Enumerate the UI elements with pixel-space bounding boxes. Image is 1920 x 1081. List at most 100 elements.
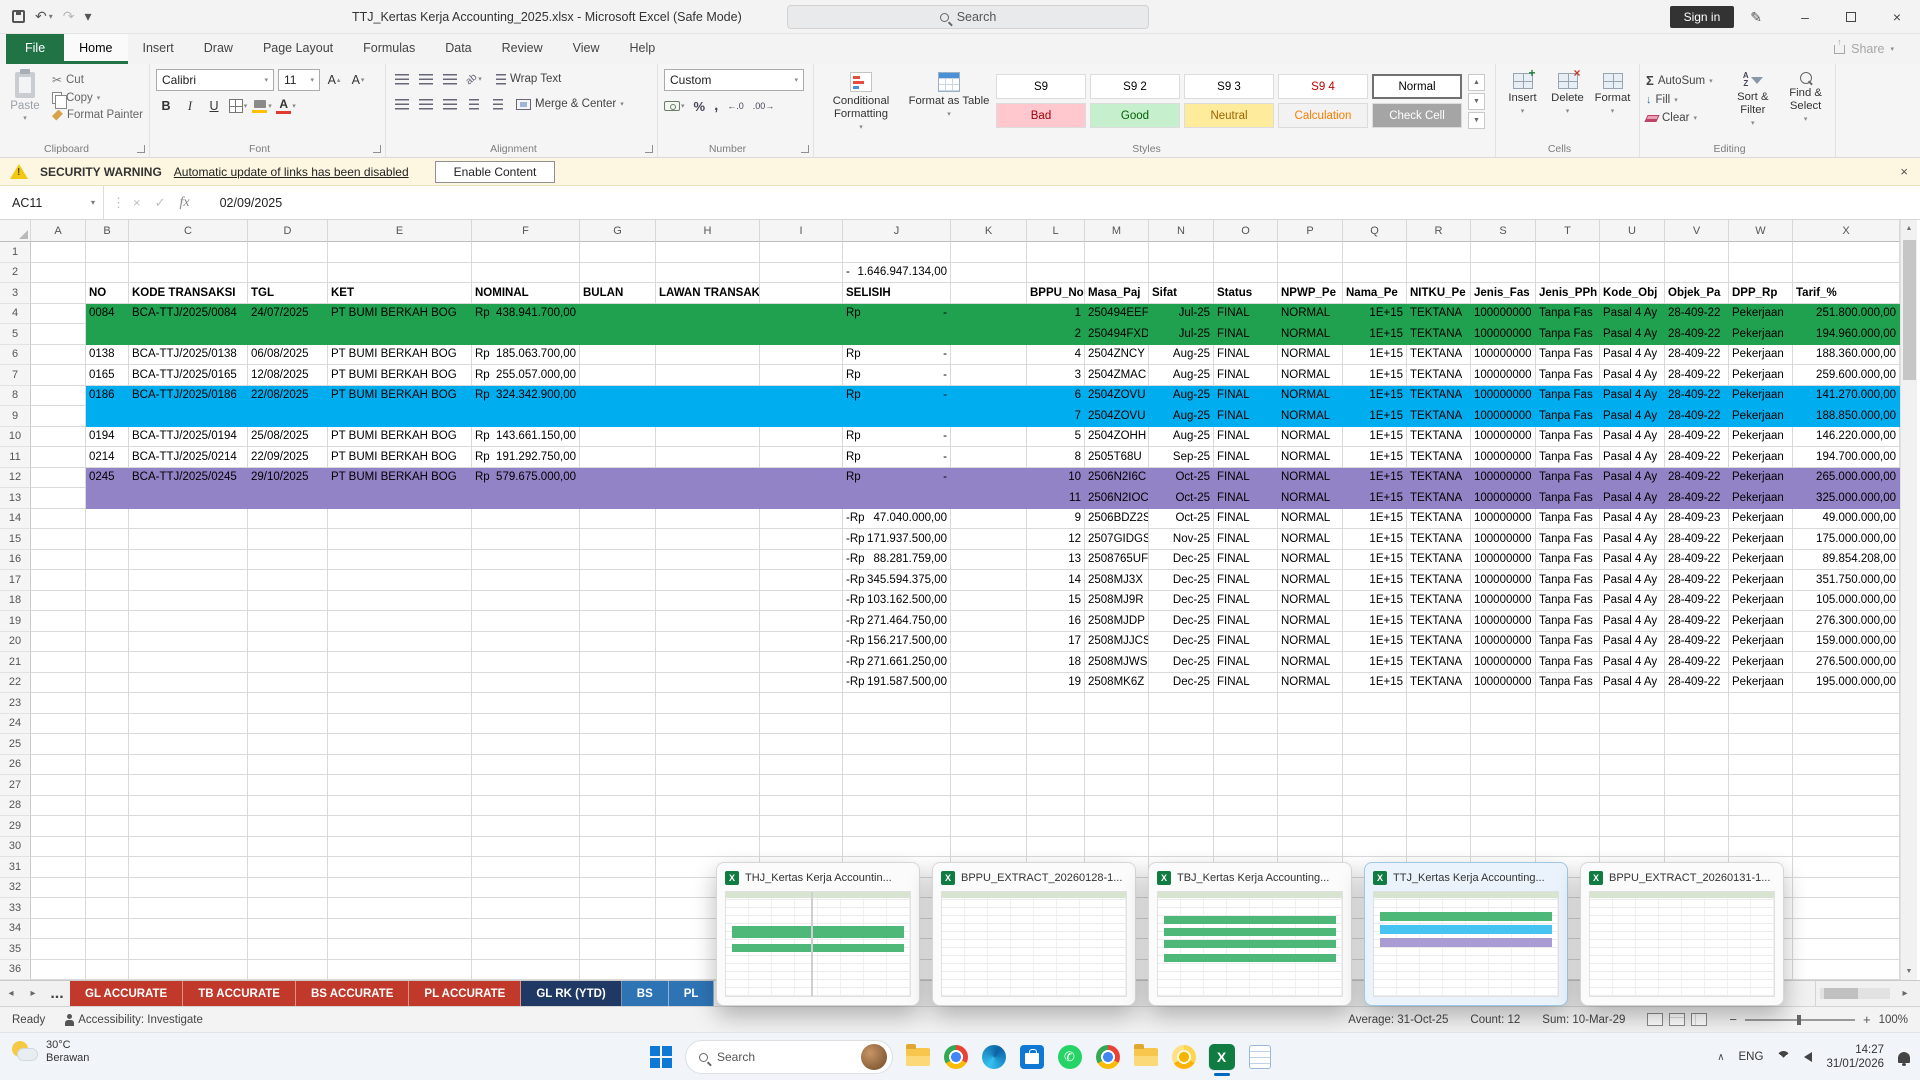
cell-E18[interactable] bbox=[328, 591, 472, 612]
cell-P25[interactable] bbox=[1278, 734, 1343, 755]
cell-C5[interactable] bbox=[129, 324, 248, 345]
row-header-18[interactable]: 18 bbox=[0, 591, 31, 612]
cell-W29[interactable] bbox=[1729, 816, 1793, 837]
cell-R4[interactable]: TEKTANA bbox=[1407, 304, 1471, 325]
cell-R17[interactable]: TEKTANA bbox=[1407, 570, 1471, 591]
cell-X20[interactable]: 159.000.000,00 bbox=[1793, 632, 1900, 653]
increase-font-button[interactable]: A▴ bbox=[324, 70, 344, 90]
cell-M16[interactable]: 2508765UF bbox=[1085, 550, 1149, 571]
col-header-H[interactable]: H bbox=[656, 220, 760, 242]
col-header-M[interactable]: M bbox=[1085, 220, 1149, 242]
col-header-X[interactable]: X bbox=[1793, 220, 1900, 242]
cell-I27[interactable] bbox=[760, 775, 843, 796]
edge-icon[interactable] bbox=[980, 1044, 1007, 1071]
cell-F29[interactable] bbox=[472, 816, 580, 837]
horizontal-scrollbar[interactable]: ▸ bbox=[1815, 981, 1920, 1006]
cell-X18[interactable]: 105.000.000,00 bbox=[1793, 591, 1900, 612]
cell-R30[interactable] bbox=[1407, 837, 1471, 858]
cell-C7[interactable]: BCA-TTJ/2025/0165 bbox=[129, 365, 248, 386]
cell-D5[interactable] bbox=[248, 324, 328, 345]
cell-H22[interactable] bbox=[656, 673, 760, 694]
horizontal-scroll-track[interactable] bbox=[1820, 988, 1890, 999]
cell-I17[interactable] bbox=[760, 570, 843, 591]
fill-color-button[interactable]: ▾ bbox=[252, 96, 272, 116]
cell-P17[interactable]: NORMAL bbox=[1278, 570, 1343, 591]
cell-R9[interactable]: TEKTANA bbox=[1407, 406, 1471, 427]
cell-X30[interactable] bbox=[1793, 837, 1900, 858]
cell-W26[interactable] bbox=[1729, 755, 1793, 776]
cell-Q28[interactable] bbox=[1343, 796, 1407, 817]
cell-L29[interactable] bbox=[1027, 816, 1085, 837]
cell-G6[interactable] bbox=[580, 345, 656, 366]
cell-S4[interactable]: 100000000 bbox=[1471, 304, 1536, 325]
decrease-decimal-button[interactable]: .00→ bbox=[753, 101, 775, 111]
cell-D31[interactable] bbox=[248, 857, 328, 878]
cell-B16[interactable] bbox=[86, 550, 129, 571]
cell-E15[interactable] bbox=[328, 529, 472, 550]
cell-J21[interactable]: -Rp271.661.250,00 bbox=[843, 652, 951, 673]
cell-D32[interactable] bbox=[248, 878, 328, 899]
decrease-indent-button[interactable] bbox=[464, 94, 484, 114]
cell-U2[interactable] bbox=[1600, 263, 1665, 284]
cell-W30[interactable] bbox=[1729, 837, 1793, 858]
cell-S15[interactable]: 100000000 bbox=[1471, 529, 1536, 550]
cell-A3[interactable] bbox=[31, 283, 86, 304]
cell-R14[interactable]: TEKTANA bbox=[1407, 509, 1471, 530]
taskbar-preview-1[interactable]: XTHJ_Kertas Kerja Accountin... bbox=[716, 862, 920, 1006]
cell-K9[interactable] bbox=[951, 406, 1027, 427]
cell-O22[interactable]: FINAL bbox=[1214, 673, 1278, 694]
cell-X4[interactable]: 251.800.000,00 bbox=[1793, 304, 1900, 325]
cell-J27[interactable] bbox=[843, 775, 951, 796]
cell-X25[interactable] bbox=[1793, 734, 1900, 755]
cell-I9[interactable] bbox=[760, 406, 843, 427]
sheet-tabs-overflow[interactable]: ... bbox=[44, 981, 70, 1006]
cell-K4[interactable] bbox=[951, 304, 1027, 325]
cell-E16[interactable] bbox=[328, 550, 472, 571]
cell-K19[interactable] bbox=[951, 611, 1027, 632]
cell-G31[interactable] bbox=[580, 857, 656, 878]
cell-H24[interactable] bbox=[656, 714, 760, 735]
ribbon-tab-file[interactable]: File bbox=[6, 34, 64, 64]
horizontal-scroll-thumb[interactable] bbox=[1824, 988, 1858, 999]
taskbar-preview-4[interactable]: XTTJ_Kertas Kerja Accounting... bbox=[1364, 862, 1568, 1006]
cell-C6[interactable]: BCA-TTJ/2025/0138 bbox=[129, 345, 248, 366]
cell-E28[interactable] bbox=[328, 796, 472, 817]
close-button[interactable]: × bbox=[1874, 0, 1920, 34]
cell-V9[interactable]: 28-409-22 bbox=[1665, 406, 1729, 427]
cell-W12[interactable]: Pekerjaan bbox=[1729, 468, 1793, 489]
cell-L11[interactable]: 8 bbox=[1027, 447, 1085, 468]
cell-T12[interactable]: Tanpa Fas bbox=[1536, 468, 1600, 489]
cell-Q14[interactable]: 1E+15 bbox=[1343, 509, 1407, 530]
cell-G19[interactable] bbox=[580, 611, 656, 632]
cell-R1[interactable] bbox=[1407, 242, 1471, 263]
cell-I16[interactable] bbox=[760, 550, 843, 571]
cell-A33[interactable] bbox=[31, 898, 86, 919]
cell-K24[interactable] bbox=[951, 714, 1027, 735]
cell-S3[interactable]: Jenis_Fas bbox=[1471, 283, 1536, 304]
cell-B2[interactable] bbox=[86, 263, 129, 284]
row-header-33[interactable]: 33 bbox=[0, 898, 31, 919]
cell-K10[interactable] bbox=[951, 427, 1027, 448]
cell-S16[interactable]: 100000000 bbox=[1471, 550, 1536, 571]
cell-U21[interactable]: Pasal 4 Ay bbox=[1600, 652, 1665, 673]
cell-R28[interactable] bbox=[1407, 796, 1471, 817]
cell-X2[interactable] bbox=[1793, 263, 1900, 284]
cell-B17[interactable] bbox=[86, 570, 129, 591]
cell-H6[interactable] bbox=[656, 345, 760, 366]
col-header-J[interactable]: J bbox=[843, 220, 951, 242]
cell-T5[interactable]: Tanpa Fas bbox=[1536, 324, 1600, 345]
cell-P26[interactable] bbox=[1278, 755, 1343, 776]
cell-Q15[interactable]: 1E+15 bbox=[1343, 529, 1407, 550]
cell-X16[interactable]: 89.854.208,00 bbox=[1793, 550, 1900, 571]
cell-N6[interactable]: Aug-25 bbox=[1149, 345, 1214, 366]
cell-M15[interactable]: 2507GIDGS bbox=[1085, 529, 1149, 550]
minimize-button[interactable]: – bbox=[1782, 0, 1828, 34]
cell-P28[interactable] bbox=[1278, 796, 1343, 817]
cell-V8[interactable]: 28-409-22 bbox=[1665, 386, 1729, 407]
cell-G17[interactable] bbox=[580, 570, 656, 591]
cell-V3[interactable]: Objek_Pa bbox=[1665, 283, 1729, 304]
cell-L14[interactable]: 9 bbox=[1027, 509, 1085, 530]
cell-Q8[interactable]: 1E+15 bbox=[1343, 386, 1407, 407]
cell-X29[interactable] bbox=[1793, 816, 1900, 837]
cell-X28[interactable] bbox=[1793, 796, 1900, 817]
